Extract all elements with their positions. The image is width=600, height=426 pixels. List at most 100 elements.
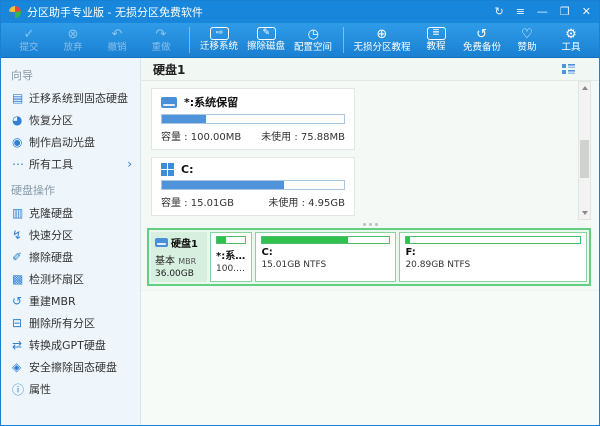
sidebar-item-secure-erase-ssd[interactable]: ◈安全擦除固态硬盘 [1, 356, 140, 378]
partition-list-viewport: *:系统保留容量 : 100.00MB未使用 : 75.88MB C:容量 : 1… [141, 81, 599, 220]
windows-logo-icon [161, 163, 174, 176]
partition-card[interactable]: C:容量 : 15.01GB未使用 : 4.95GB [151, 157, 355, 216]
clone-disk-icon: ▥ [12, 206, 29, 220]
discard-label: 放弃 [64, 42, 83, 53]
toolbar-separator [189, 27, 190, 53]
properties-icon: ⓘ [12, 381, 29, 398]
view-toggle-icon[interactable] [562, 63, 575, 75]
discard-icon: ⊗ [68, 27, 79, 42]
toolbar-separator [343, 27, 344, 53]
partition-card[interactable]: *:系统保留容量 : 100.00MB未使用 : 75.88MB [151, 88, 355, 150]
secure-erase-ssd-icon: ◈ [12, 360, 29, 374]
sidebar-section-title: 硬盘操作 [1, 175, 140, 202]
partition-name: *:系统保留 [184, 94, 238, 110]
sidebar-item-convert-to-gpt[interactable]: ⇄转换成GPT硬盘 [1, 334, 140, 356]
sidebar-item-migrate-os-to-ssd[interactable]: ▤迁移系统到固态硬盘 [1, 87, 140, 109]
sidebar-item-label: 属性 [29, 381, 51, 397]
sidebar-item-properties[interactable]: ⓘ属性 [1, 378, 140, 400]
minimize-button[interactable]: — [537, 1, 548, 23]
refresh-button[interactable]: ↻ [494, 1, 503, 23]
rebuild-mbr-icon: ↺ [12, 294, 29, 308]
close-button[interactable]: ✕ [582, 1, 591, 23]
recover-partition-icon: ◕ [12, 113, 29, 127]
redo-icon: ↷ [156, 27, 167, 42]
usage-bar-fill [162, 115, 206, 123]
sidebar-item-label: 转换成GPT硬盘 [29, 337, 106, 353]
sidebar-item-label: 恢复分区 [29, 112, 73, 128]
capacity-label: 容量 : 15.01GB [161, 194, 234, 209]
migrate-os-label: 迁移系统 [200, 41, 238, 52]
commit-button: ✓提交 [7, 23, 51, 57]
sidebar-item-check-bad-sectors[interactable]: ▩检测坏扇区 [1, 268, 140, 290]
sidebar-item-label: 删除所有分区 [29, 315, 95, 331]
wipe-hard-drive-icon: ✐ [12, 250, 29, 264]
map-usage-bar-fill [406, 237, 409, 243]
app-body: 向导▤迁移系统到固态硬盘◕恢复分区◉制作启动光盘⋯所有工具›硬盘操作▥克隆硬盘↯… [1, 58, 599, 425]
delete-all-partitions-icon: ⊟ [12, 316, 29, 330]
sidebar-item-label: 克隆硬盘 [29, 205, 73, 221]
redo-button: ↷重做 [139, 23, 183, 57]
sidebar-item-clone-disk[interactable]: ▥克隆硬盘 [1, 202, 140, 224]
sidebar-item-all-tools[interactable]: ⋯所有工具› [1, 153, 140, 175]
sidebar-item-make-bootable-media[interactable]: ◉制作启动光盘 [1, 131, 140, 153]
map-block-label: *:系统保留 [216, 247, 246, 262]
sponsor-button[interactable]: ♡赞助 [505, 23, 549, 57]
scrollbar-thumb[interactable] [580, 140, 589, 178]
wipe-disk-icon: ✎ [257, 27, 276, 40]
migrate-os-icon: ⇨ [210, 27, 229, 40]
menu-button[interactable]: ≡ [516, 1, 525, 23]
all-tools-icon: ⋯ [12, 157, 29, 171]
vertical-scrollbar[interactable] [578, 81, 591, 220]
make-bootable-media-icon: ◉ [12, 135, 29, 149]
wipe-disk-button[interactable]: ✎擦除磁盘 [243, 23, 290, 57]
map-usage-bar-fill [217, 237, 226, 243]
window-controls: ↻ ≡ — ❐ ✕ [494, 1, 591, 23]
redo-label: 重做 [152, 42, 171, 53]
sidebar-item-label: 安全擦除固态硬盘 [29, 359, 117, 375]
sidebar-item-rebuild-mbr[interactable]: ↺重建MBR [1, 290, 140, 312]
undo-icon: ↶ [112, 27, 123, 42]
allocate-space-button[interactable]: ◷配置空间 [290, 23, 337, 57]
restore-button[interactable]: ❐ [560, 1, 570, 23]
sidebar-item-quick-partition[interactable]: ↯快速分区 [1, 224, 140, 246]
sidebar-item-label: 擦除硬盘 [29, 249, 73, 265]
sidebar-item-wipe-hard-drive[interactable]: ✐擦除硬盘 [1, 246, 140, 268]
disk-map-row[interactable]: 硬盘1 基本 MBR 36.00GB *:系统保留100.00MBC:15.01… [147, 228, 591, 286]
tools-button[interactable]: ⚙工具 [549, 23, 593, 57]
quick-partition-icon: ↯ [12, 228, 29, 242]
sidebar-item-delete-all-partitions[interactable]: ⊟删除所有分区 [1, 312, 140, 334]
migrate-os-to-ssd-icon: ▤ [12, 91, 29, 105]
convert-to-gpt-icon: ⇄ [12, 338, 29, 352]
wipe-disk-label: 擦除磁盘 [247, 41, 285, 52]
migrate-os-button[interactable]: ⇨迁移系统 [196, 23, 243, 57]
disk-map-block-system-reserved[interactable]: *:系统保留100.00MB [210, 232, 252, 282]
pane-splitter[interactable] [141, 220, 599, 228]
scroll-up-arrow[interactable] [579, 82, 590, 94]
chevron-right-icon: › [127, 157, 132, 171]
tutorials-button[interactable]: ≣教程 [414, 23, 458, 57]
app-window: 分区助手专业版 - 无损分区免费软件 ↻≡—❐✕ ✓提交⊗放弃↶撤销↷重做⇨迁移… [0, 0, 600, 426]
lossless-partition-tutorial-button[interactable]: ⊕无损分区教程 [350, 23, 414, 57]
disk-map-block-partition-c[interactable]: C:15.01GB NTFS [255, 232, 396, 282]
sidebar-item-label: 重建MBR [29, 293, 76, 309]
window-title: 分区助手专业版 - 无损分区免费软件 [27, 4, 203, 20]
allocate-space-icon: ◷ [308, 27, 319, 42]
sponsor-icon: ♡ [521, 27, 533, 42]
app-logo-icon [9, 6, 21, 18]
disk-size: 36.00GB [155, 269, 203, 279]
map-block-label: F: [405, 247, 581, 258]
sidebar-item-label: 迁移系统到固态硬盘 [29, 90, 128, 106]
disk-map-info[interactable]: 硬盘1 基本 MBR 36.00GB [151, 232, 207, 282]
tutorials-label: 教程 [427, 41, 446, 52]
map-usage-bar-fill [262, 237, 347, 243]
usage-bar-fill [162, 181, 284, 189]
free-backup-button[interactable]: ↺免费备份 [458, 23, 505, 57]
disk-map-disk-name: 硬盘1 [171, 235, 198, 250]
sponsor-label: 赞助 [518, 42, 537, 53]
sidebar-item-recover-partition[interactable]: ◕恢复分区 [1, 109, 140, 131]
map-block-size: 20.89GB NTFS [405, 260, 581, 270]
sidebar-item-label: 检测坏扇区 [29, 271, 84, 287]
disk-map-block-partition-f[interactable]: F: 20.89GB NTFS [399, 232, 587, 282]
allocate-space-label: 配置空间 [294, 42, 332, 53]
scroll-down-arrow[interactable] [579, 207, 590, 219]
